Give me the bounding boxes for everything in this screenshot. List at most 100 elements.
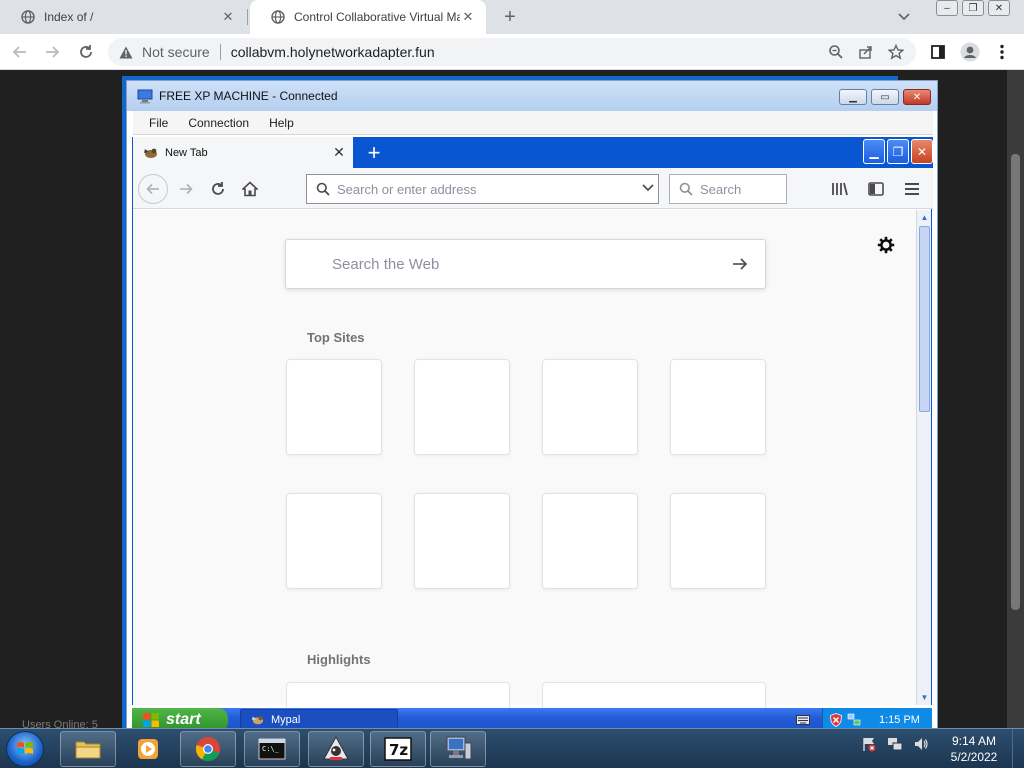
url-placeholder: Search or enter address xyxy=(337,181,477,197)
firefox-nav-bar: Search or enter address Search xyxy=(133,168,933,209)
tab-close-icon[interactable]: ✕ xyxy=(460,9,476,25)
zoom-out-icon[interactable] xyxy=(826,42,846,62)
top-site-tile[interactable] xyxy=(542,493,638,589)
network-status-icon[interactable] xyxy=(886,735,904,753)
volume-icon[interactable] xyxy=(912,735,930,753)
new-tab-plus-icon[interactable]: + xyxy=(498,5,522,29)
scroll-up-icon[interactable]: ▲ xyxy=(917,210,932,225)
reload-icon[interactable] xyxy=(203,174,233,204)
keyboard-icon[interactable] xyxy=(794,712,812,728)
top-site-tile[interactable] xyxy=(670,359,766,455)
menu-help[interactable]: Help xyxy=(269,116,294,130)
svg-text:C:\_: C:\_ xyxy=(262,745,280,753)
search-placeholder: Search xyxy=(700,181,742,197)
close-icon[interactable]: ✕ xyxy=(911,139,933,164)
more-vert-icon[interactable] xyxy=(990,40,1014,64)
close-icon[interactable]: ✕ xyxy=(903,89,931,105)
forward-arrow-icon[interactable] xyxy=(40,40,64,64)
network-computer-icon[interactable] xyxy=(430,731,486,767)
warning-triangle-icon[interactable] xyxy=(118,44,134,60)
scrollbar-thumb[interactable] xyxy=(919,226,930,412)
top-site-tile[interactable] xyxy=(414,493,510,589)
menu-connection[interactable]: Connection xyxy=(188,116,249,130)
vm-window-titlebar[interactable]: FREE XP MACHINE - Connected ▁ ▭ ✕ xyxy=(127,81,937,111)
web-search-input[interactable]: Search the Web xyxy=(285,239,766,289)
top-site-tile[interactable] xyxy=(286,359,382,455)
search-icon xyxy=(678,181,694,197)
minimize-icon[interactable]: ‒ xyxy=(936,0,958,16)
network-icon[interactable] xyxy=(847,713,861,727)
show-desktop-button[interactable] xyxy=(1012,729,1024,768)
top-site-tile[interactable] xyxy=(670,493,766,589)
back-arrow-icon[interactable] xyxy=(138,174,168,204)
tab-index-of[interactable]: Index of / ✕ xyxy=(0,0,246,34)
minimize-icon[interactable]: ▁ xyxy=(839,89,867,105)
security-status-label[interactable]: Not secure xyxy=(142,44,210,60)
firefox-window-controls: ▁ ❐ ✕ xyxy=(863,139,933,164)
new-tab-plus-icon[interactable]: + xyxy=(361,140,387,166)
library-icon[interactable] xyxy=(827,174,853,204)
hamburger-menu-icon[interactable] xyxy=(899,174,925,204)
search-icon xyxy=(315,181,331,197)
url-text[interactable]: collabvm.holynetworkadapter.fun xyxy=(231,44,435,60)
address-bar[interactable]: Not secure collabvm.holynetworkadapter.f… xyxy=(108,38,916,66)
file-explorer-icon[interactable] xyxy=(60,731,116,767)
chevron-down-icon[interactable] xyxy=(638,183,658,195)
firefox-tab-new-tab[interactable]: New Tab ✕ xyxy=(133,137,353,168)
command-prompt-icon[interactable]: C:\_ xyxy=(244,731,300,767)
action-center-flag-icon[interactable] xyxy=(860,735,878,753)
menu-file[interactable]: File xyxy=(149,116,168,130)
side-panel-icon[interactable] xyxy=(926,40,950,64)
back-arrow-icon[interactable] xyxy=(8,40,32,64)
sidebar-icon[interactable] xyxy=(863,174,889,204)
share-icon[interactable] xyxy=(856,42,876,62)
top-sites-heading: Top Sites xyxy=(307,330,365,345)
page-scrollbar[interactable] xyxy=(1007,70,1024,732)
xp-clock[interactable]: 1:15 PM xyxy=(879,714,920,726)
svg-text:7z: 7z xyxy=(389,741,408,759)
scrollbar-thumb[interactable] xyxy=(1011,154,1020,610)
tab-title: Index of / xyxy=(44,10,94,24)
chrome-icon[interactable] xyxy=(180,731,236,767)
tab-collabvm[interactable]: Control Collaborative Virtual Ma ✕ xyxy=(250,0,486,34)
gear-icon[interactable] xyxy=(871,230,901,260)
top-site-tile[interactable] xyxy=(542,359,638,455)
host-clock[interactable]: 9:14 AM 5/2/2022 xyxy=(946,733,1002,765)
top-site-tile[interactable] xyxy=(414,359,510,455)
tab-close-icon[interactable]: ✕ xyxy=(331,144,347,161)
globe-icon xyxy=(20,9,36,25)
arrow-right-icon[interactable] xyxy=(729,253,751,275)
omnibox-actions xyxy=(826,42,906,62)
security-shield-icon[interactable] xyxy=(829,713,843,727)
media-player-icon[interactable] xyxy=(120,731,176,767)
forward-arrow-icon[interactable] xyxy=(171,174,201,204)
firefox-search-input[interactable]: Search xyxy=(669,174,787,204)
home-icon[interactable] xyxy=(235,174,265,204)
tab-separator xyxy=(247,9,248,25)
bookmark-star-icon[interactable] xyxy=(886,42,906,62)
vm-window-title: FREE XP MACHINE - Connected xyxy=(159,89,338,103)
restore-icon[interactable]: ❐ xyxy=(962,0,984,16)
host-date: 5/2/2022 xyxy=(950,750,998,764)
firefox-scrollbar[interactable]: ▲ ▼ xyxy=(916,210,931,705)
globe-icon xyxy=(270,9,286,25)
reload-icon[interactable] xyxy=(74,40,98,64)
scroll-down-icon[interactable]: ▼ xyxy=(917,690,932,705)
window-controls: ‒ ❐ ✕ xyxy=(936,0,1010,18)
task-label: Mypal xyxy=(271,714,301,726)
7zip-icon[interactable]: 7z xyxy=(370,731,426,767)
minimize-icon[interactable]: ▁ xyxy=(863,139,885,164)
top-site-tile[interactable] xyxy=(286,493,382,589)
profile-avatar-icon[interactable] xyxy=(958,40,982,64)
close-icon[interactable]: ✕ xyxy=(988,0,1010,16)
windows-start-orb-icon[interactable] xyxy=(6,731,44,767)
mypal-icon xyxy=(251,714,265,726)
restore-icon[interactable]: ❐ xyxy=(887,139,909,164)
highlights-heading: Highlights xyxy=(307,652,371,667)
maximize-icon[interactable]: ▭ xyxy=(871,89,899,105)
chevron-down-icon[interactable] xyxy=(894,7,914,27)
java-icon[interactable] xyxy=(308,731,364,767)
host-taskbar: C:\_ 7z 9:14 AM 5/2/2022 xyxy=(0,728,1024,768)
firefox-url-input[interactable]: Search or enter address xyxy=(306,174,659,204)
tab-close-icon[interactable]: ✕ xyxy=(220,9,236,25)
